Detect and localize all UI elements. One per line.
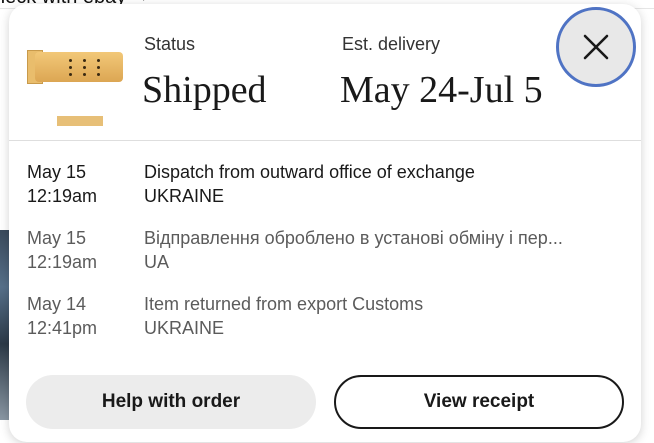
event-location: UKRAINE bbox=[144, 318, 225, 338]
view-receipt-button[interactable]: View receipt bbox=[334, 375, 624, 429]
event-time: 12:19am bbox=[27, 252, 98, 272]
event-time: 12:41pm bbox=[27, 318, 98, 338]
event-description: Item returned from export Customs bbox=[144, 294, 424, 314]
est-delivery-label: Est. delivery bbox=[342, 34, 441, 54]
product-thumbnail bbox=[27, 30, 127, 126]
tracking-popup: Status Shipped Est. delivery May 24-Jul … bbox=[9, 4, 641, 442]
strap-end-shape bbox=[57, 116, 103, 126]
close-button[interactable] bbox=[556, 7, 636, 87]
event-date: May 15 bbox=[27, 162, 87, 182]
help-with-order-button[interactable]: Help with order bbox=[26, 375, 316, 429]
event-location: UA bbox=[144, 252, 170, 272]
event-location: UKRAINE bbox=[144, 186, 225, 206]
event-date: May 15 bbox=[27, 228, 87, 248]
status-value: Shipped bbox=[142, 69, 267, 111]
event-date: May 14 bbox=[27, 294, 87, 314]
est-delivery-value: May 24-Jul 5 bbox=[340, 69, 543, 111]
status-label: Status bbox=[144, 34, 196, 54]
strap-shape bbox=[35, 52, 123, 82]
event-time: 12:19am bbox=[27, 186, 98, 206]
event-description: Dispatch from outward office of exchange bbox=[144, 162, 475, 182]
close-icon bbox=[583, 34, 609, 60]
event-description: Відправлення оброблено в установі обміну… bbox=[144, 228, 563, 248]
header-divider bbox=[9, 140, 641, 141]
